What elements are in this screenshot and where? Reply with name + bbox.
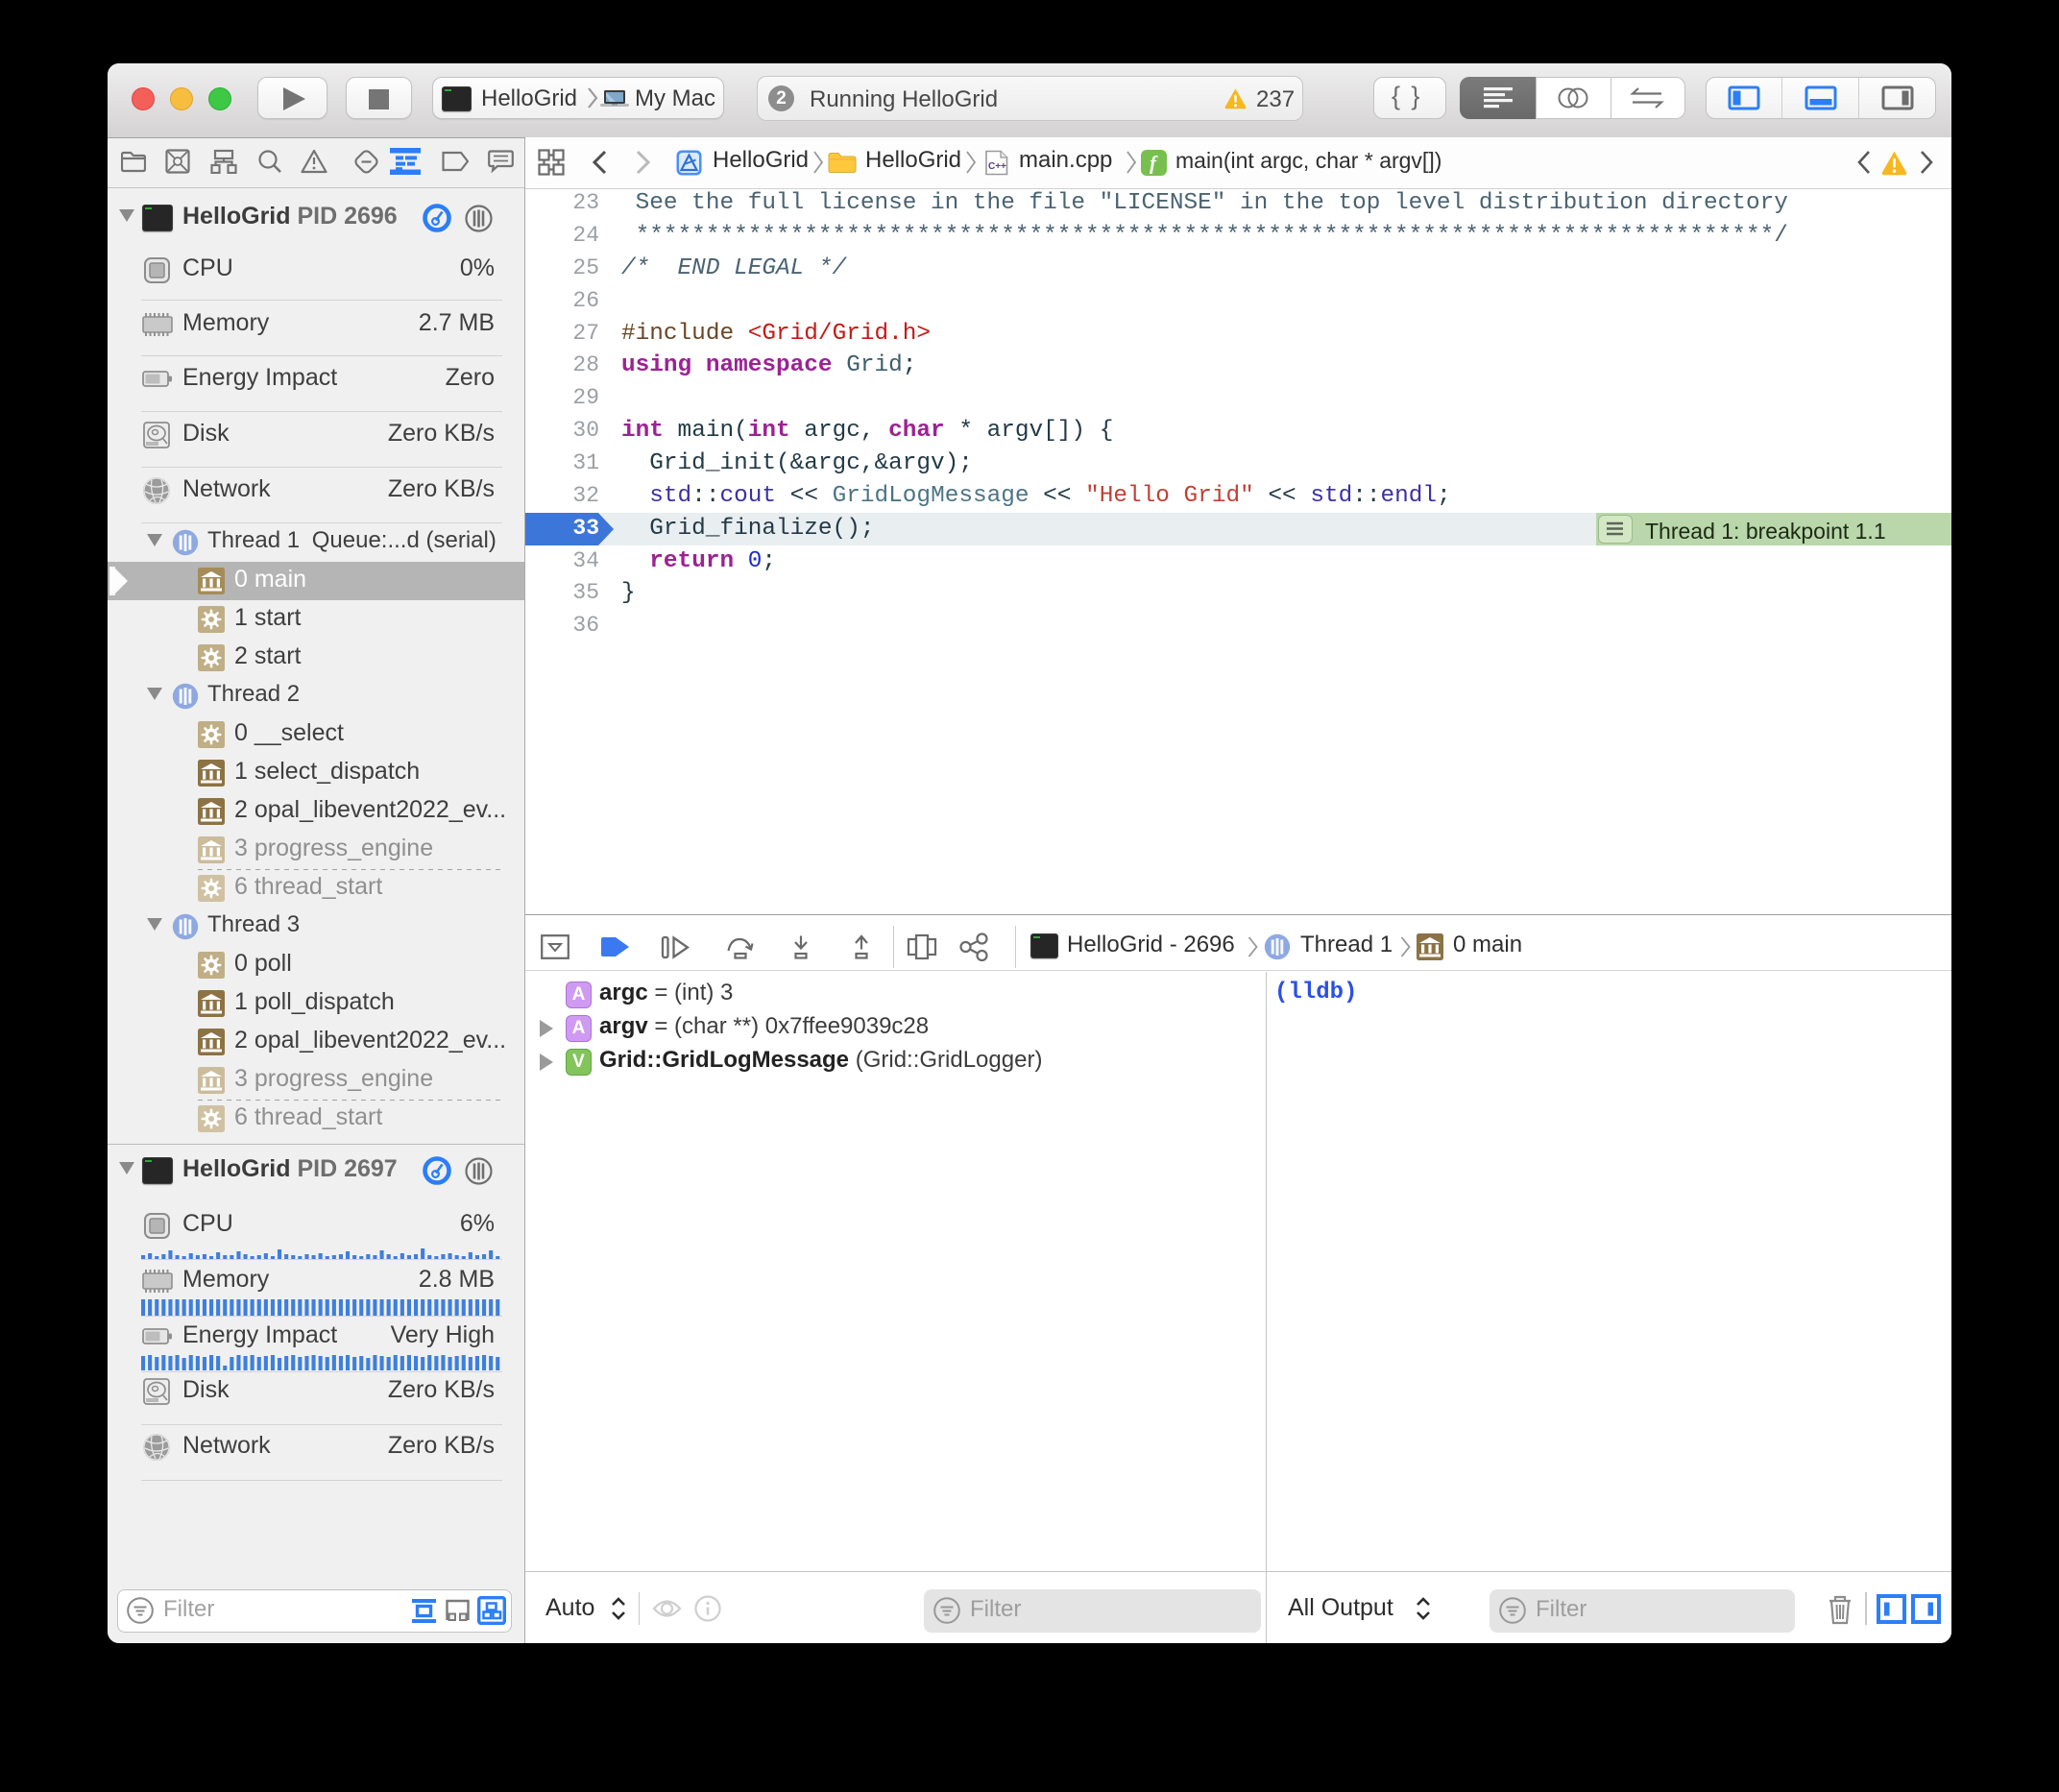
svg-text:C++: C++ [988, 161, 1006, 172]
